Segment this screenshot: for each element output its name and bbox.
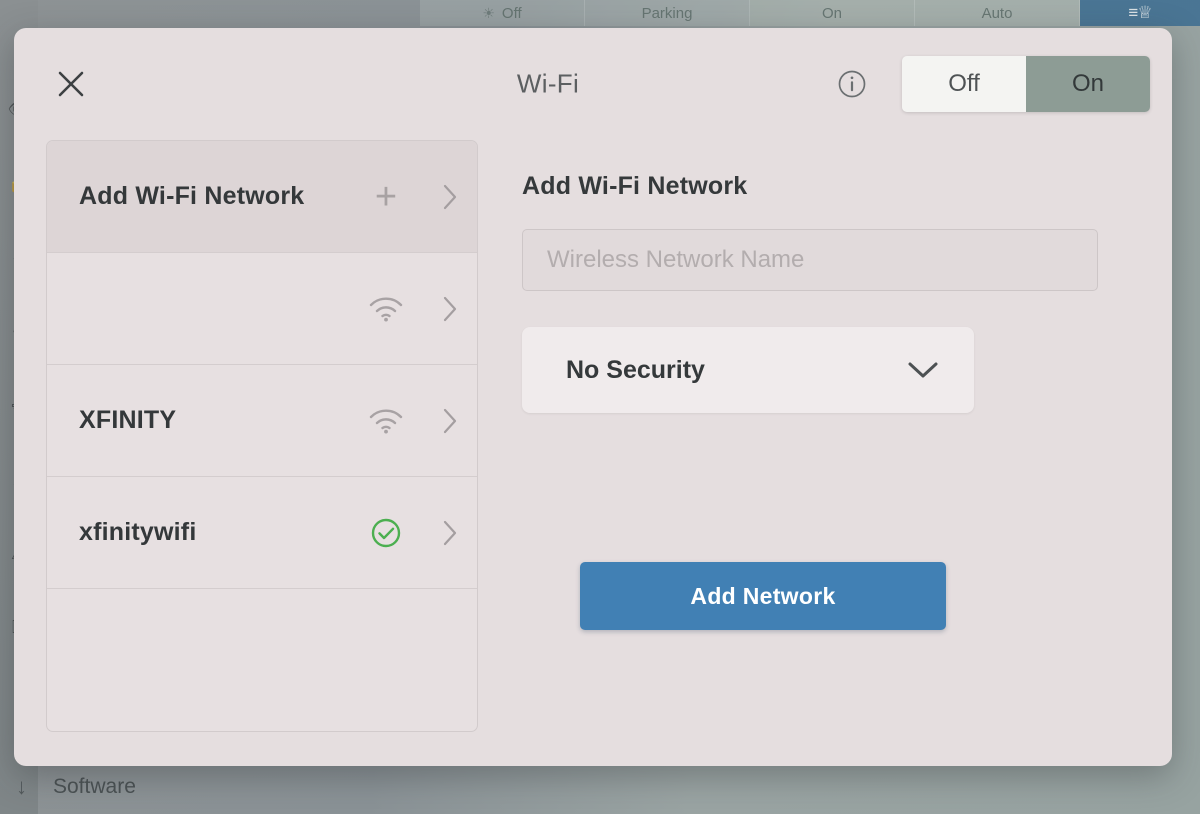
list-item-add-network[interactable]: Add Wi-Fi Network +	[47, 141, 477, 253]
connected-check-icon	[357, 517, 415, 549]
lights-auto-cell[interactable]: Auto	[915, 0, 1080, 26]
ssid-input[interactable]	[522, 229, 1098, 291]
list-item-hidden-network[interactable]	[47, 253, 477, 365]
lights-on-cell[interactable]: On	[750, 0, 915, 26]
network-name: Add Wi-Fi Network	[79, 182, 305, 210]
sidebar-item-software-label: Software	[53, 775, 136, 798]
chevron-right-icon	[415, 182, 459, 212]
wifi-on-segment[interactable]: On	[1026, 56, 1150, 112]
security-select-value: No Security	[566, 355, 705, 384]
wifi-dialog: Wi-Fi Off On Add Wi-Fi Network + XFINITY…	[14, 28, 1172, 766]
wifi-signal-icon	[357, 295, 415, 323]
vehicle-settings-screen: 👁 🔒 ☼ ∿ ⎆ ▲ ⚠ ⚿ ☀ Off Parking On Auto ≡♕…	[0, 0, 1200, 814]
headlight-beam-icon: ≡♕	[1128, 3, 1152, 22]
network-name: xfinitywifi	[79, 518, 197, 546]
wifi-power-toggle: Off On	[902, 56, 1150, 112]
list-item-xfinitywifi[interactable]: xfinitywifi	[47, 477, 477, 589]
add-network-button[interactable]: Add Network	[580, 562, 946, 630]
lights-on-label: On	[821, 4, 842, 22]
list-item-empty	[47, 589, 477, 701]
sun-icon: ☀	[482, 4, 495, 21]
plus-icon: +	[374, 175, 398, 218]
wifi-signal-icon	[357, 407, 415, 435]
network-name: XFINITY	[79, 406, 177, 434]
chevron-right-icon	[415, 294, 459, 324]
list-item-xfinity[interactable]: XFINITY	[47, 365, 477, 477]
info-icon[interactable]	[834, 66, 870, 102]
chevron-down-icon	[906, 359, 940, 381]
network-list: Add Wi-Fi Network + XFINITY xfinitywifi	[46, 140, 478, 732]
add-network-form: Add Wi-Fi Network No Security Add Networ…	[478, 140, 1154, 748]
lights-parking-cell[interactable]: Parking	[585, 0, 750, 26]
sidebar-item-software[interactable]: ↓ Software	[0, 760, 430, 814]
background-lights-bar: ☀ Off Parking On Auto ≡♕	[420, 0, 1200, 26]
download-arrow-icon: ↓	[16, 774, 27, 799]
headlight-beam-cell[interactable]: ≡♕	[1080, 0, 1200, 26]
dialog-header: Wi-Fi Off On	[14, 28, 1172, 140]
form-title: Add Wi-Fi Network	[522, 172, 748, 200]
wifi-off-segment[interactable]: Off	[902, 56, 1026, 112]
lights-off-label: Off	[501, 4, 522, 22]
chevron-right-icon	[415, 518, 459, 548]
lights-auto-label: Auto	[981, 4, 1013, 22]
dialog-body: Add Wi-Fi Network + XFINITY xfinitywifi …	[14, 140, 1172, 766]
lights-off-cell[interactable]: ☀ Off	[420, 0, 585, 26]
security-select[interactable]: No Security	[522, 327, 974, 413]
chevron-right-icon	[415, 406, 459, 436]
lights-parking-label: Parking	[641, 4, 693, 22]
